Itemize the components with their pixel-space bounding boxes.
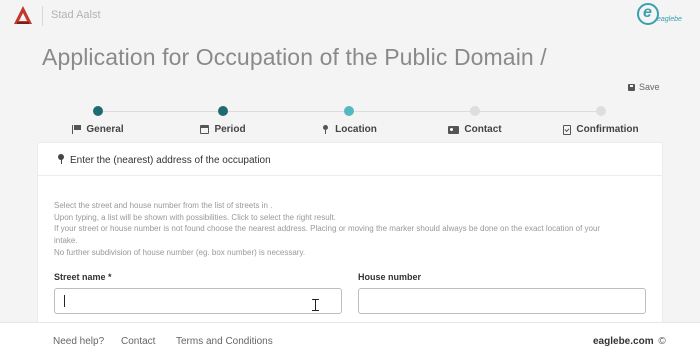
eaglebe-logo[interactable]: e eaglebe: [637, 3, 689, 29]
text-caret: [64, 295, 65, 307]
footer-brand-text: eaglebe.com: [593, 336, 654, 347]
step-dot: [344, 106, 354, 116]
step-dot: [470, 106, 480, 116]
footer-brand[interactable]: eaglebe.com ©: [593, 336, 666, 347]
step-dot: [596, 106, 606, 116]
house-number-label: House number: [358, 272, 422, 282]
eaglebe-logo-icon: e: [637, 3, 659, 25]
header-divider: [42, 6, 43, 26]
save-icon: [628, 83, 635, 91]
step-label: Location: [289, 124, 409, 135]
help-line: intake.: [54, 236, 78, 246]
step-contact[interactable]: Contact: [415, 102, 535, 135]
step-label: Period: [163, 124, 283, 135]
step-label-text: General: [86, 124, 124, 135]
eaglebe-logo-text: eaglebe: [657, 16, 682, 23]
street-name-label: Street name *: [54, 272, 112, 282]
help-line: If your street or house number is not fo…: [54, 224, 601, 234]
step-label-text: Location: [335, 124, 377, 135]
step-dot: [218, 106, 228, 116]
step-label: Contact: [415, 124, 535, 135]
step-dot: [93, 106, 103, 116]
page-title: Application for Occupation of the Public…: [42, 44, 547, 70]
save-label: Save: [639, 82, 660, 92]
location-card: Enter the (nearest) address of the occup…: [37, 142, 663, 332]
terms-link[interactable]: Terms and Conditions: [176, 336, 273, 347]
step-label: Confirmation: [541, 124, 661, 135]
footer: Need help? Contact Terms and Conditions …: [0, 322, 700, 350]
card-header: Enter the (nearest) address of the occup…: [38, 143, 662, 176]
calendar-icon: [200, 125, 210, 134]
step-label-text: Contact: [464, 124, 502, 135]
map-pin-icon: [321, 125, 330, 134]
flag-icon: [72, 125, 82, 134]
id-card-icon: [448, 125, 460, 134]
need-help-link[interactable]: Need help?: [53, 336, 104, 347]
step-label-text: Confirmation: [576, 124, 639, 135]
map-pin-icon: [58, 154, 64, 165]
clipboard-check-icon: [563, 124, 572, 135]
step-location[interactable]: Location: [289, 102, 409, 135]
help-text: Select the street and house number from …: [54, 200, 654, 259]
card-title: Enter the (nearest) address of the occup…: [70, 155, 271, 166]
contact-link[interactable]: Contact: [121, 336, 155, 347]
help-line: Select the street and house number from …: [54, 201, 273, 210]
city-logo-icon[interactable]: [13, 5, 33, 25]
save-button[interactable]: Save: [628, 82, 660, 92]
step-general[interactable]: General: [38, 102, 158, 135]
step-period[interactable]: Period: [163, 102, 283, 135]
step-confirmation[interactable]: Confirmation: [541, 102, 661, 135]
step-label: General: [38, 124, 158, 135]
text-cursor-icon: [312, 299, 319, 311]
copyright-symbol: ©: [658, 336, 666, 347]
help-line: No further subdivision of house number (…: [54, 247, 306, 257]
city-name: Stad Aalst: [51, 9, 101, 21]
street-name-input[interactable]: [54, 288, 342, 314]
house-number-input[interactable]: [358, 288, 646, 314]
help-line: Upon typing, a list will be shown with p…: [54, 212, 336, 222]
top-bar: Stad Aalst e eaglebe: [0, 0, 700, 32]
step-label-text: Period: [214, 124, 246, 135]
